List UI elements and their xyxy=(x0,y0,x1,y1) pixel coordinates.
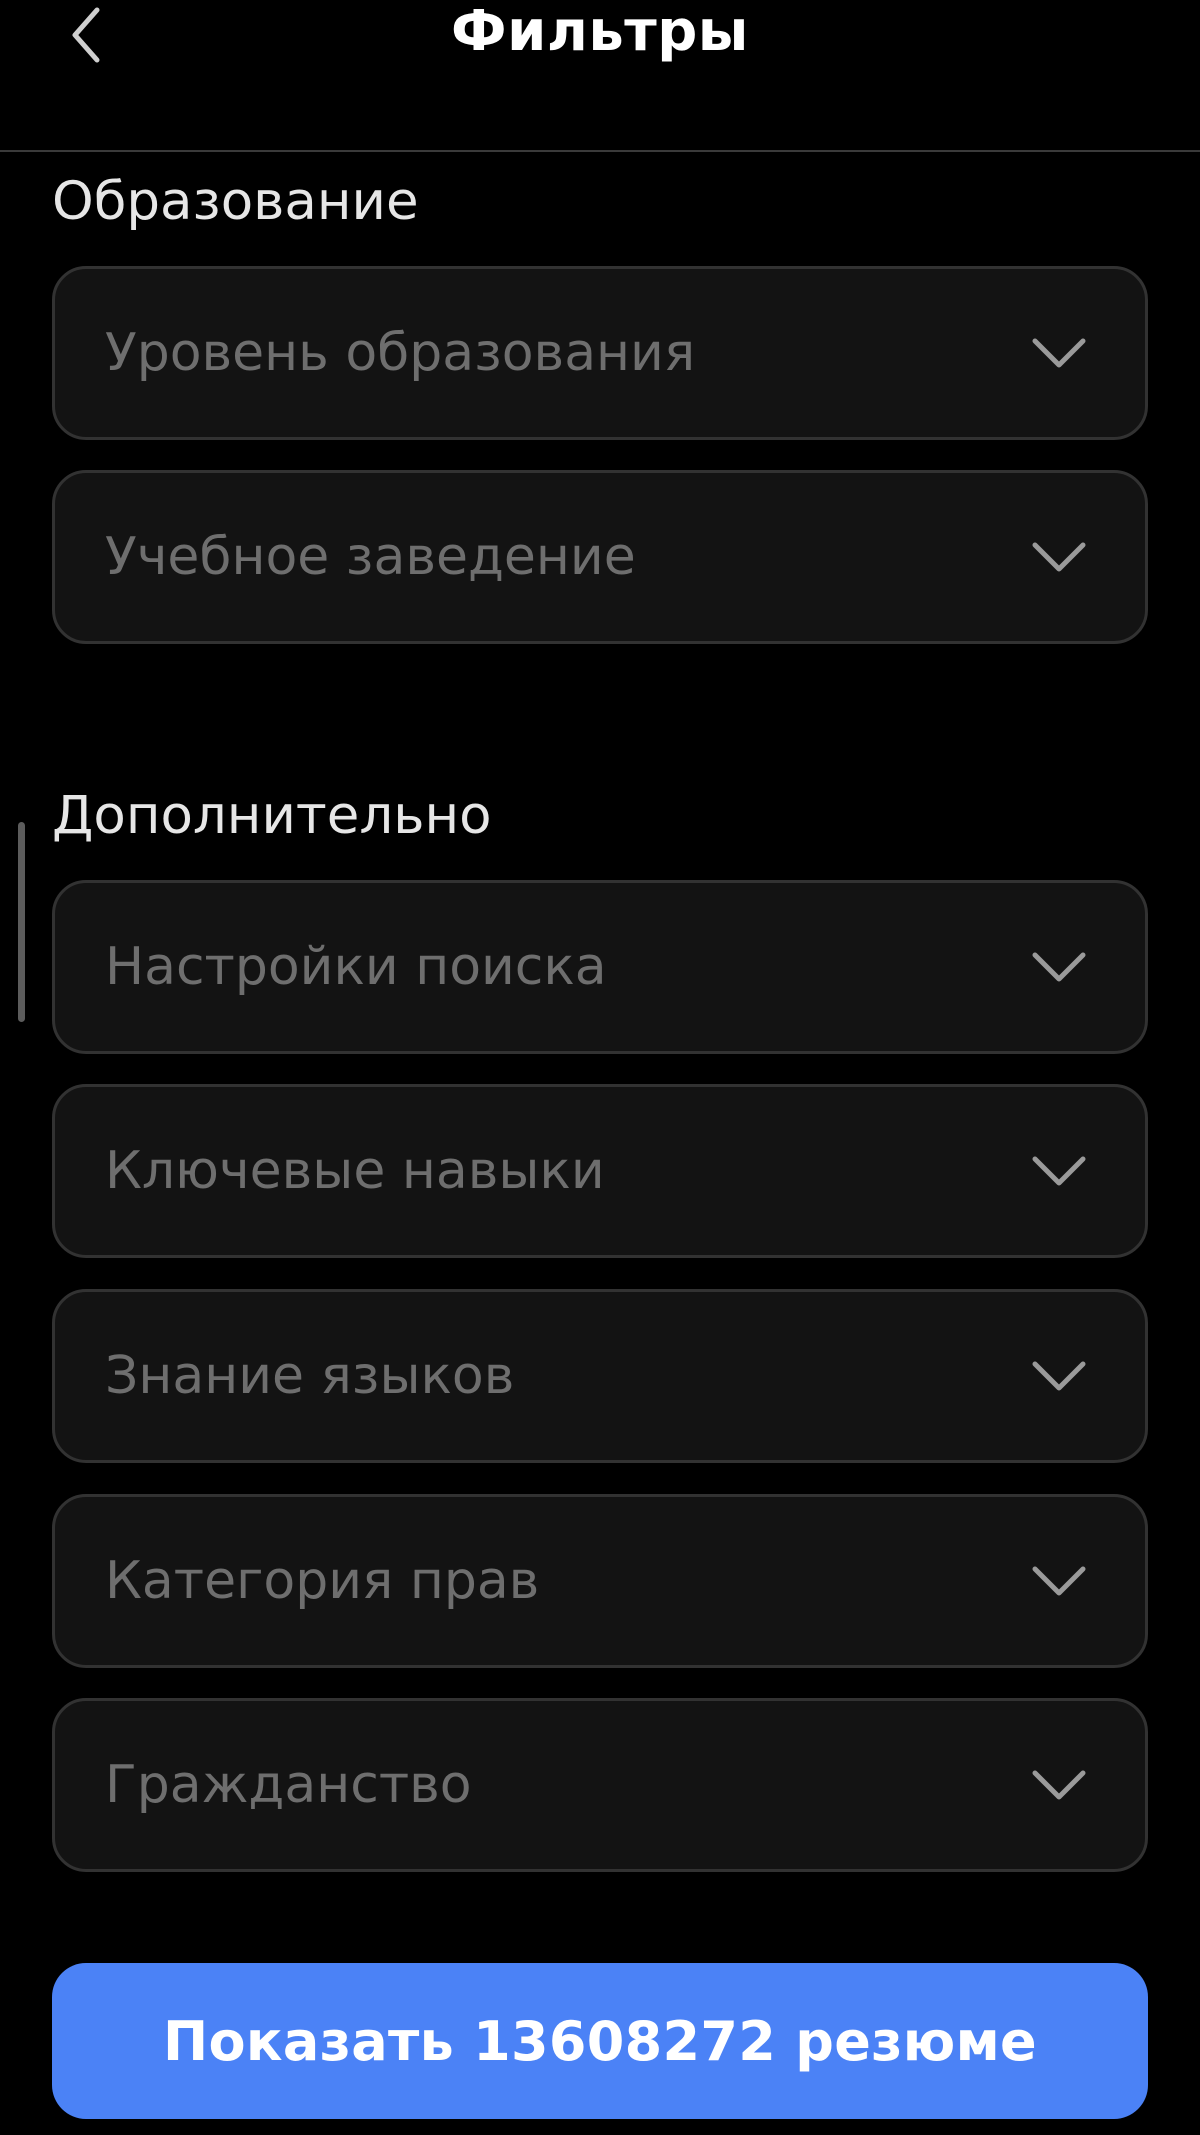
chevron-down-icon xyxy=(1032,1770,1086,1800)
dropdown-label: Ключевые навыки xyxy=(105,1141,605,1201)
educational-institution-dropdown[interactable]: Учебное заведение xyxy=(52,470,1148,644)
chevron-down-icon xyxy=(1032,338,1086,368)
section-title-education: Образование xyxy=(52,171,419,232)
chevron-down-icon xyxy=(1032,542,1086,572)
dropdown-label: Настройки поиска xyxy=(105,937,607,997)
education-level-dropdown[interactable]: Уровень образования xyxy=(52,266,1148,440)
scrollbar[interactable] xyxy=(18,822,25,1022)
dropdown-label: Гражданство xyxy=(105,1755,472,1815)
dropdown-label: Учебное заведение xyxy=(105,527,636,587)
page-title: Фильтры xyxy=(451,0,749,64)
citizenship-dropdown[interactable]: Гражданство xyxy=(52,1698,1148,1872)
languages-dropdown[interactable]: Знание языков xyxy=(52,1289,1148,1463)
chevron-down-icon xyxy=(1032,1156,1086,1186)
chevron-down-icon xyxy=(1032,1566,1086,1596)
search-settings-dropdown[interactable]: Настройки поиска xyxy=(52,880,1148,1054)
chevron-down-icon xyxy=(1032,1361,1086,1391)
license-category-dropdown[interactable]: Категория прав xyxy=(52,1494,1148,1668)
dropdown-label: Категория прав xyxy=(105,1551,540,1611)
filters-scroll-area[interactable]: Образование Уровень образования Учебное … xyxy=(0,152,1200,1912)
dropdown-label: Знание языков xyxy=(105,1346,515,1406)
dropdown-label: Уровень образования xyxy=(105,323,696,383)
section-title-additional: Дополнительно xyxy=(52,785,492,846)
show-results-button[interactable]: Показать 13608272 резюме xyxy=(52,1963,1148,2119)
key-skills-dropdown[interactable]: Ключевые навыки xyxy=(52,1084,1148,1258)
chevron-down-icon xyxy=(1032,952,1086,982)
header: Фильтры xyxy=(0,0,1200,152)
